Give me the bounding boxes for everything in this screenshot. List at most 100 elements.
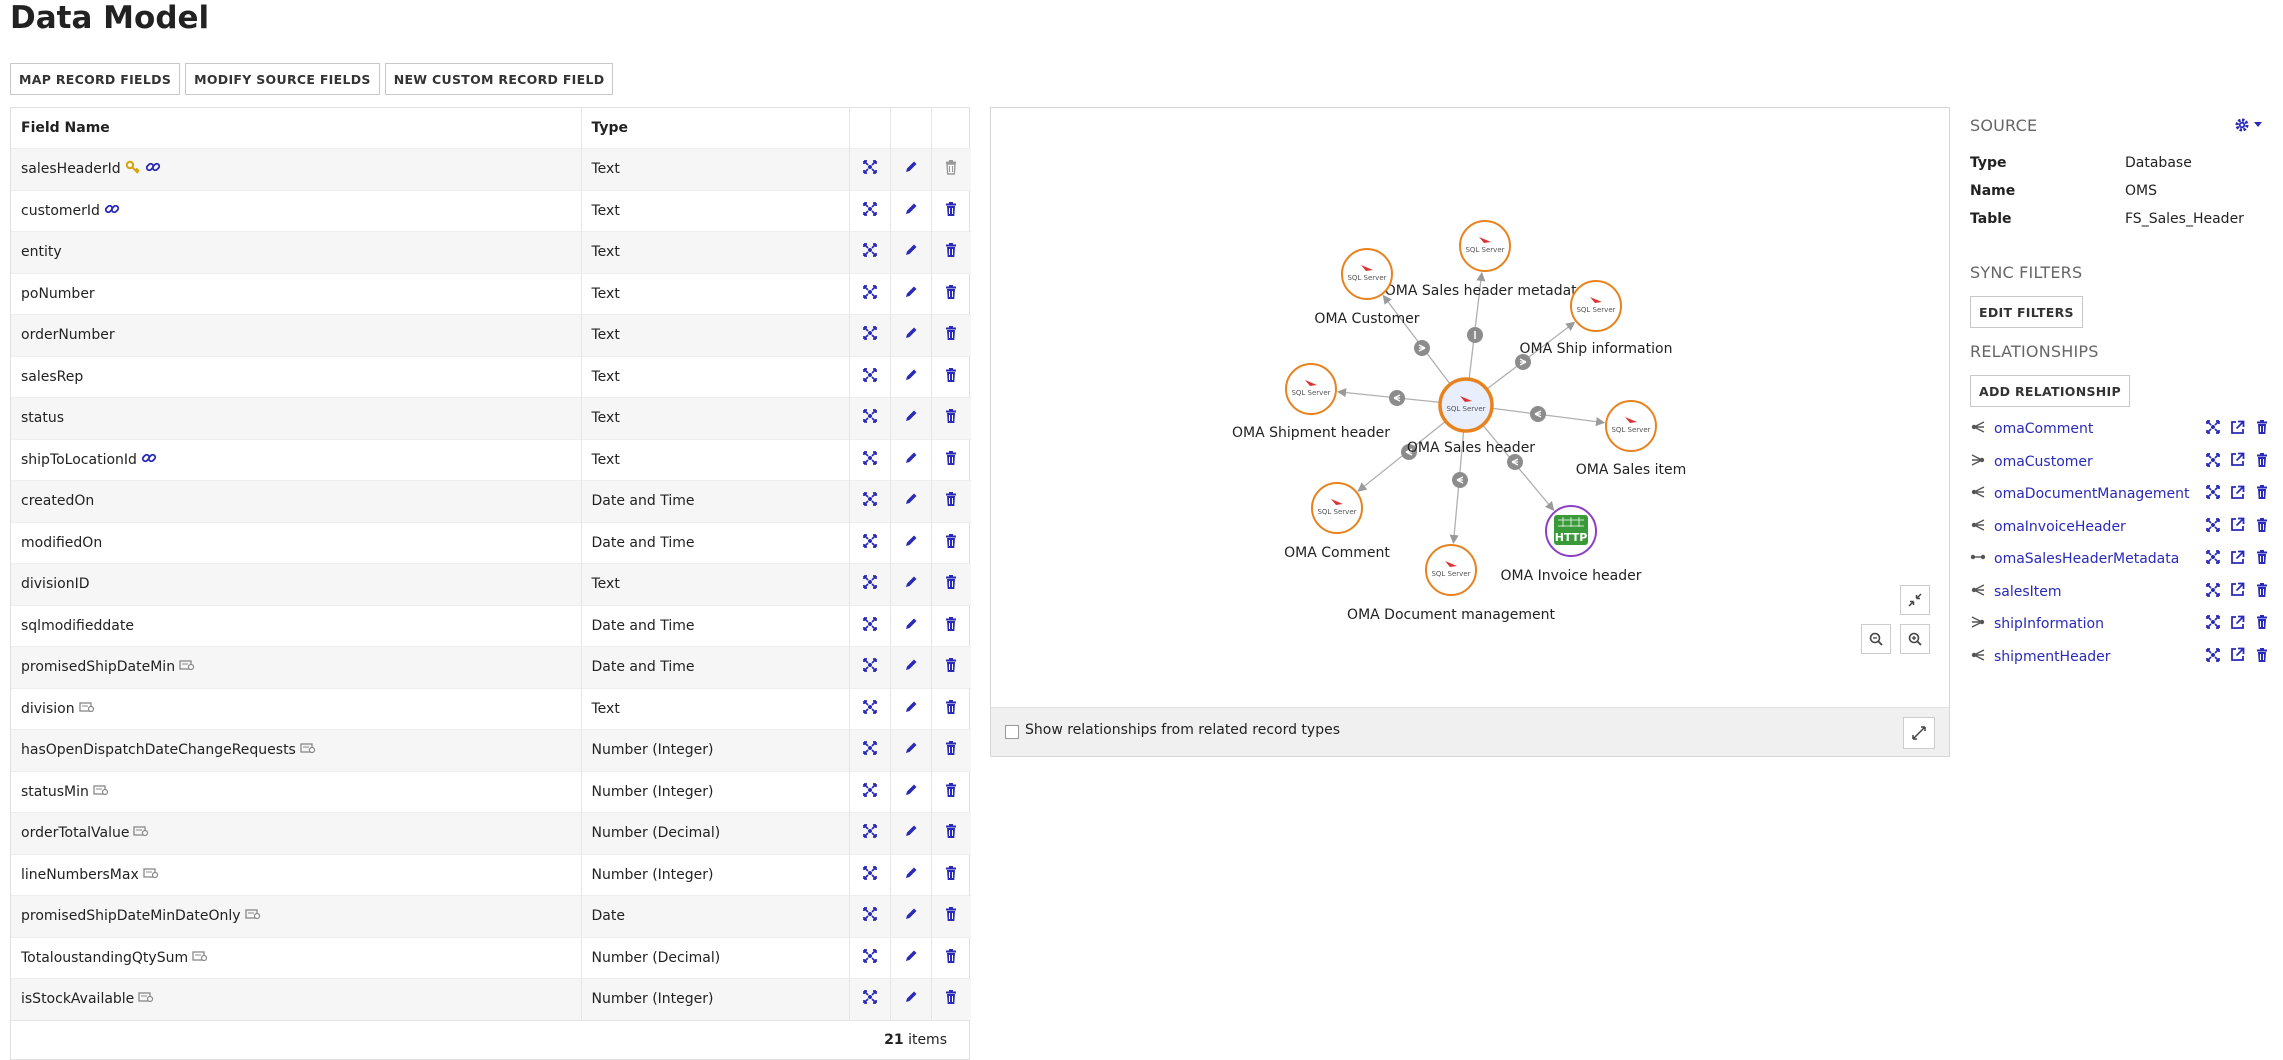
edit-field-button[interactable]	[890, 936, 932, 979]
edit-field-button[interactable]	[890, 770, 932, 813]
map-record-fields-button[interactable]: MAP RECORD FIELDS	[10, 63, 181, 95]
map-field-button[interactable]	[849, 272, 891, 315]
add-relationship-button[interactable]: ADD RELATIONSHIP	[1970, 375, 2130, 407]
show-related-checkbox[interactable]	[1005, 725, 1019, 739]
map-field-button[interactable]	[849, 231, 891, 273]
graph-center-node[interactable]: SQL Server	[1438, 377, 1494, 433]
edit-field-button[interactable]	[890, 148, 932, 190]
delete-relationship-button[interactable]	[2254, 549, 2270, 569]
delete-field-button[interactable]	[931, 355, 971, 398]
map-field-button[interactable]	[849, 853, 891, 896]
edit-field-button[interactable]	[890, 853, 932, 896]
open-relationship-button[interactable]	[2230, 420, 2245, 439]
edit-field-button[interactable]	[890, 521, 932, 564]
edit-field-button[interactable]	[890, 687, 932, 730]
map-relationship-button[interactable]	[2205, 549, 2221, 569]
delete-field-button[interactable]	[931, 231, 971, 273]
graph-node[interactable]: SQL Server	[1311, 482, 1363, 534]
relationship-link[interactable]: omaInvoiceHeader	[1994, 519, 2205, 535]
map-relationship-button[interactable]	[2205, 647, 2221, 667]
relationship-link[interactable]: omaComment	[1994, 421, 2205, 437]
open-relationship-button[interactable]	[2230, 517, 2245, 536]
delete-field-button[interactable]	[931, 687, 971, 730]
delete-field-button[interactable]	[931, 646, 971, 688]
graph-node[interactable]: SQL Server	[1459, 220, 1511, 272]
map-relationship-button[interactable]	[2205, 452, 2221, 472]
edit-field-button[interactable]	[890, 604, 932, 647]
open-relationship-button[interactable]	[2230, 582, 2245, 601]
source-settings-menu[interactable]	[2234, 117, 2262, 133]
map-relationship-button[interactable]	[2205, 517, 2221, 537]
edge-badge[interactable]	[1507, 454, 1523, 470]
graph-node[interactable]: SQL Server	[1425, 544, 1477, 596]
open-relationship-button[interactable]	[2230, 615, 2245, 634]
relationship-link[interactable]: salesItem	[1994, 584, 2205, 600]
edit-field-button[interactable]	[890, 729, 932, 771]
type-header[interactable]: Type	[581, 108, 850, 149]
edge-badge[interactable]	[1467, 327, 1483, 343]
map-field-button[interactable]	[849, 646, 891, 688]
modify-source-fields-button[interactable]: MODIFY SOURCE FIELDS	[185, 63, 380, 95]
delete-relationship-button[interactable]	[2254, 452, 2270, 472]
edit-field-button[interactable]	[890, 355, 932, 398]
delete-field-button[interactable]	[931, 812, 971, 854]
map-field-button[interactable]	[849, 314, 891, 356]
delete-field-button[interactable]	[931, 604, 971, 647]
edge-badge[interactable]	[1414, 340, 1430, 356]
map-relationship-button[interactable]	[2205, 582, 2221, 602]
map-field-button[interactable]	[849, 438, 891, 481]
edit-field-button[interactable]	[890, 189, 932, 232]
relationship-link[interactable]: omaCustomer	[1994, 454, 2205, 470]
relationship-graph[interactable]: SQL Server OMA Sales header metadata SQL S…	[990, 107, 1950, 757]
edge-badge[interactable]	[1389, 390, 1405, 406]
delete-field-button[interactable]	[931, 729, 971, 771]
edit-filters-button[interactable]: EDIT FILTERS	[1970, 296, 2083, 328]
delete-field-button[interactable]	[931, 853, 971, 896]
graph-node[interactable]: SQL Server	[1285, 363, 1337, 415]
map-field-button[interactable]	[849, 895, 891, 937]
delete-relationship-button[interactable]	[2254, 647, 2270, 667]
map-field-button[interactable]	[849, 563, 891, 605]
delete-relationship-button[interactable]	[2254, 484, 2270, 504]
graph-node[interactable]: SQL Server	[1341, 248, 1393, 300]
delete-field-button[interactable]	[931, 272, 971, 315]
edge-badge[interactable]	[1452, 472, 1468, 488]
delete-field-button[interactable]	[931, 480, 971, 522]
delete-field-button[interactable]	[931, 563, 971, 605]
delete-field-button[interactable]	[931, 895, 971, 937]
map-field-button[interactable]	[849, 936, 891, 979]
map-field-button[interactable]	[849, 604, 891, 647]
delete-field-button[interactable]	[931, 978, 971, 1020]
delete-field-button[interactable]	[931, 936, 971, 979]
delete-field-button[interactable]	[931, 397, 971, 439]
graph-node[interactable]: SQL Server	[1570, 280, 1622, 332]
edit-field-button[interactable]	[890, 978, 932, 1020]
delete-field-button[interactable]	[931, 438, 971, 481]
field-name-header[interactable]: Field Name	[11, 108, 582, 149]
relationship-link[interactable]: shipInformation	[1994, 616, 2205, 632]
delete-field-button[interactable]	[931, 770, 971, 813]
edit-field-button[interactable]	[890, 314, 932, 356]
relationship-link[interactable]: shipmentHeader	[1994, 649, 2205, 665]
delete-relationship-button[interactable]	[2254, 419, 2270, 439]
delete-relationship-button[interactable]	[2254, 582, 2270, 602]
edit-field-button[interactable]	[890, 480, 932, 522]
map-field-button[interactable]	[849, 729, 891, 771]
expand-button[interactable]	[1903, 717, 1935, 749]
edge-badge[interactable]	[1530, 406, 1546, 422]
delete-field-button[interactable]	[931, 189, 971, 232]
map-field-button[interactable]	[849, 978, 891, 1020]
graph-node[interactable]: SQL Server	[1605, 400, 1657, 452]
open-relationship-button[interactable]	[2230, 452, 2245, 471]
relationship-link[interactable]: omaSalesHeaderMetadata	[1994, 551, 2205, 567]
edit-field-button[interactable]	[890, 895, 932, 937]
edit-field-button[interactable]	[890, 438, 932, 481]
delete-field-button[interactable]	[931, 521, 971, 564]
delete-field-button[interactable]	[931, 314, 971, 356]
collapse-button[interactable]	[1900, 585, 1930, 615]
map-relationship-button[interactable]	[2205, 484, 2221, 504]
map-field-button[interactable]	[849, 687, 891, 730]
map-relationship-button[interactable]	[2205, 614, 2221, 634]
delete-relationship-button[interactable]	[2254, 614, 2270, 634]
delete-relationship-button[interactable]	[2254, 517, 2270, 537]
